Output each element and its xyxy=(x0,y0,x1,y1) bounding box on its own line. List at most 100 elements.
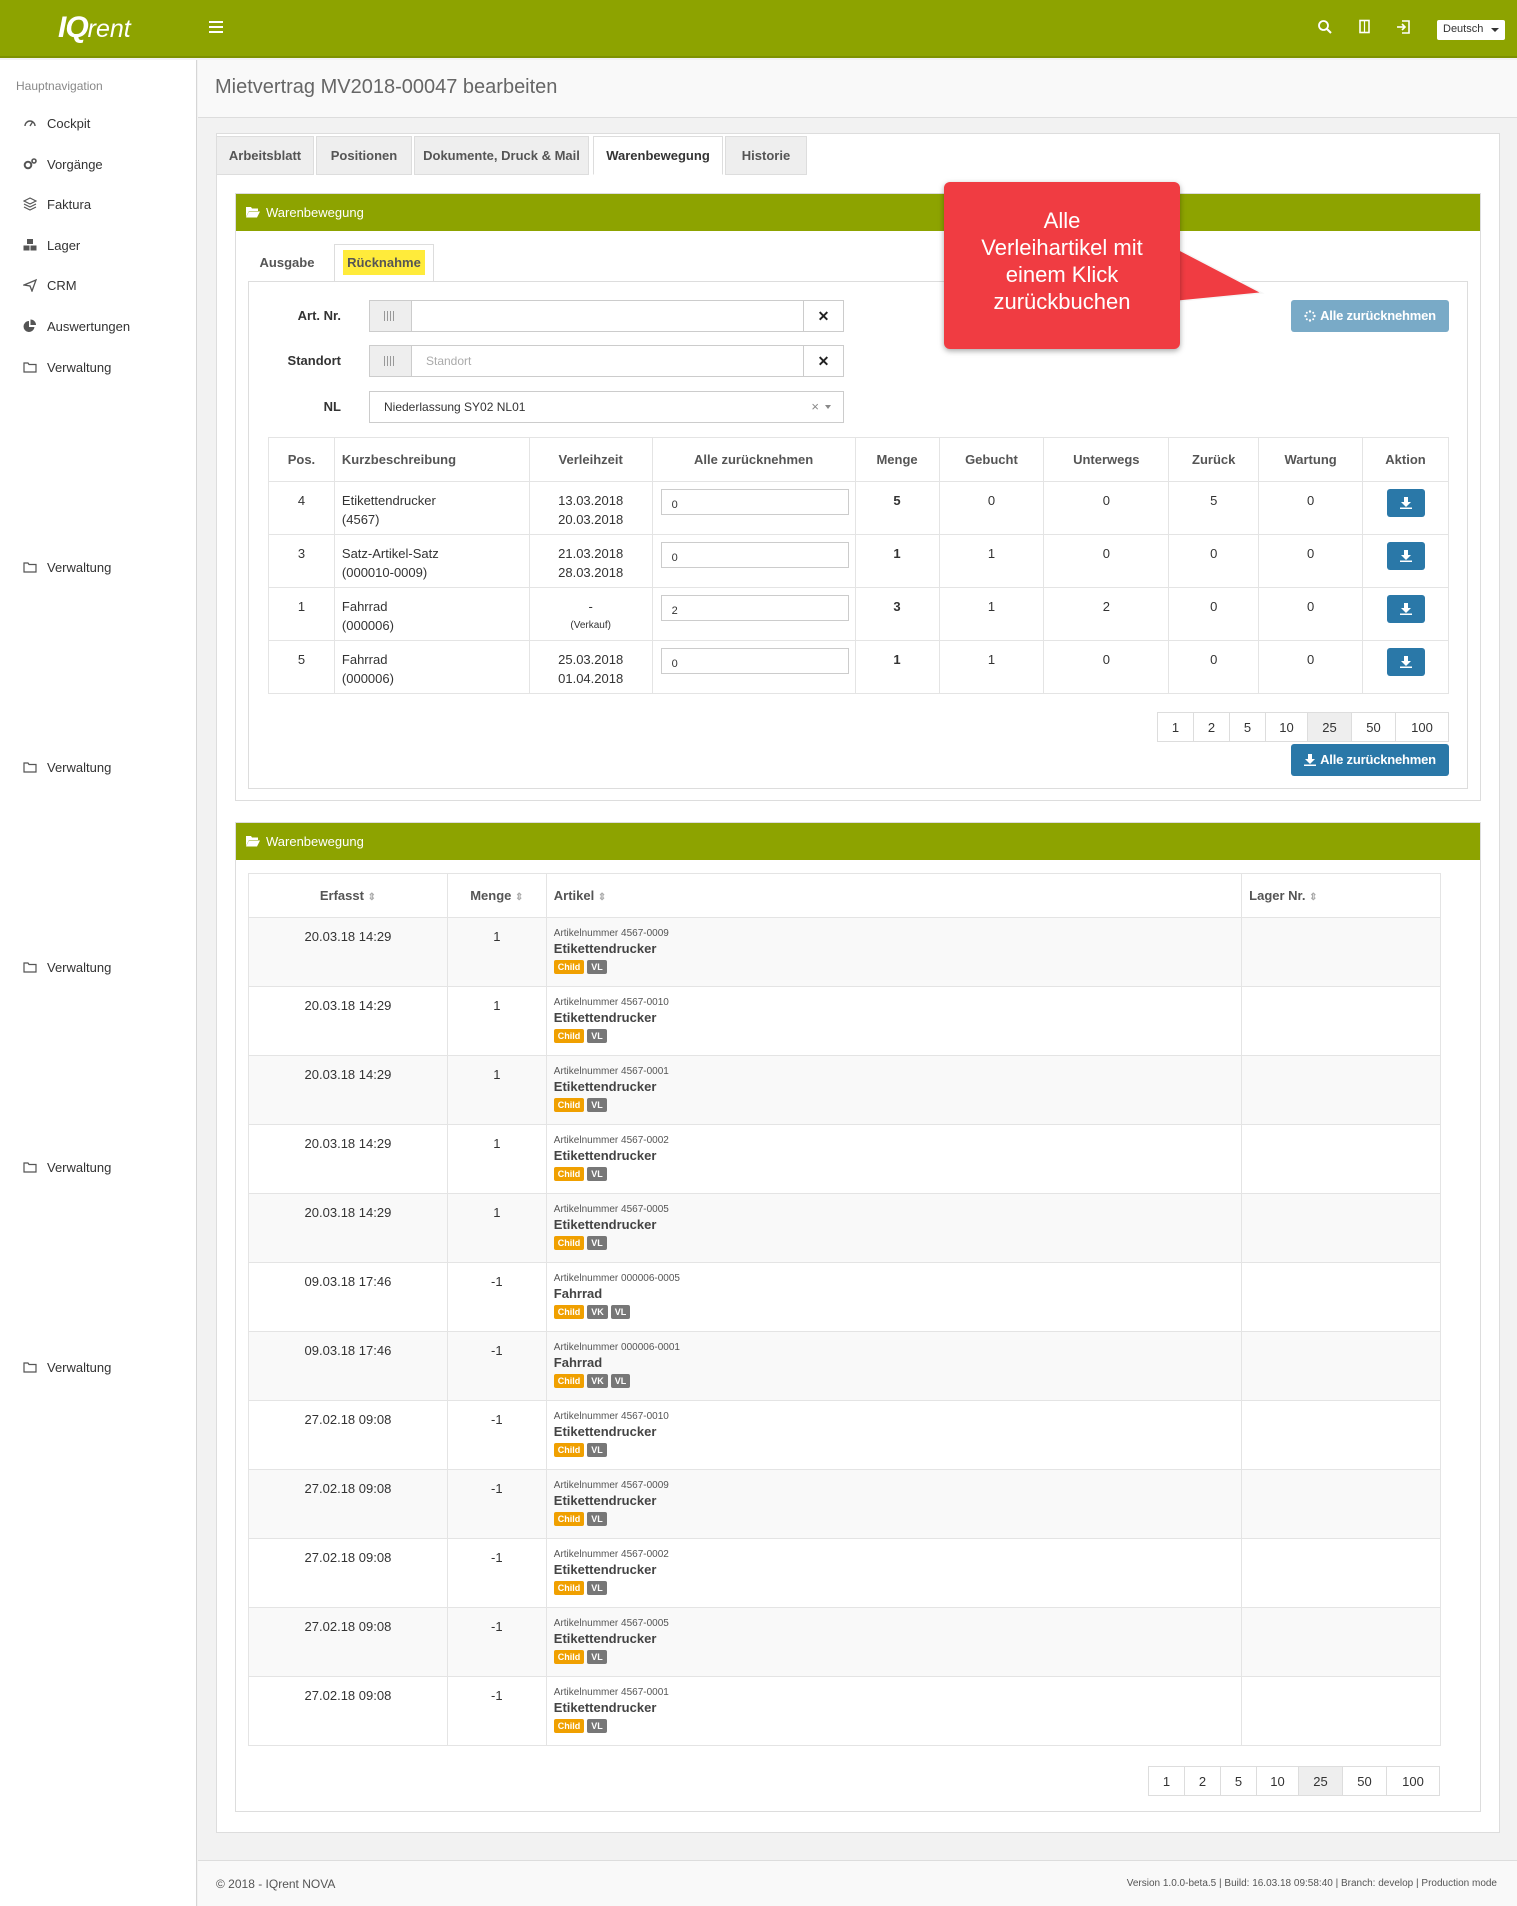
article-name[interactable]: Etikettendrucker xyxy=(554,1148,1240,1163)
chevron-down-icon[interactable] xyxy=(825,405,831,409)
status-badge: Child xyxy=(553,1581,585,1595)
article-name[interactable]: Fahrrad xyxy=(554,1286,1240,1301)
tab-warenbewegung[interactable]: Warenbewegung xyxy=(593,136,723,175)
lager-cell xyxy=(1241,1124,1441,1194)
barcode-icon xyxy=(370,301,412,331)
column-header[interactable]: Gebucht xyxy=(938,437,1045,482)
column-header-erfasst[interactable]: Erfasst ⇕ xyxy=(248,873,448,918)
column-header[interactable]: Unterwegs xyxy=(1043,437,1170,482)
column-header-menge[interactable]: Menge ⇕ xyxy=(446,873,547,918)
subtab-ausgabe[interactable]: Ausgabe xyxy=(247,244,327,282)
page-size-2[interactable]: 2 xyxy=(1194,713,1230,741)
menge-cell: 3 xyxy=(854,587,940,641)
search-icon[interactable] xyxy=(1317,19,1335,37)
nl-select[interactable]: Niederlassung SY02 NL01 × xyxy=(369,391,844,423)
return-item-button[interactable] xyxy=(1386,489,1425,517)
standort-field[interactable]: Standort ✕ xyxy=(369,345,844,377)
logout-icon[interactable] xyxy=(1396,19,1414,37)
article-number: Artikelnummer 4567-0002 xyxy=(553,1549,669,1560)
return-positions-table: Pos. Kurzbeschreibung Verleihzeit Alle z… xyxy=(268,437,1449,694)
erfasst-cell: 20.03.18 14:29 xyxy=(248,1193,448,1263)
art-nr-field[interactable]: ✕ xyxy=(369,300,844,332)
article-name[interactable]: Etikettendrucker xyxy=(554,1079,1240,1094)
clear-art-nr-icon[interactable]: ✕ xyxy=(803,301,843,331)
status-badge: VL xyxy=(587,960,607,974)
column-header[interactable]: Verleihzeit xyxy=(528,437,653,482)
return-qty-input[interactable]: 0 xyxy=(660,542,849,568)
clear-selection-icon[interactable]: × xyxy=(811,399,819,414)
tab-positionen[interactable]: Positionen xyxy=(316,136,412,175)
fullscreen-icon[interactable] xyxy=(1357,19,1375,37)
column-header[interactable]: Pos. xyxy=(268,437,335,482)
wartung-cell: 0 xyxy=(1258,534,1364,588)
column-header[interactable]: Menge xyxy=(854,437,940,482)
folder-icon xyxy=(23,1162,37,1173)
tab-historie[interactable]: Historie xyxy=(725,136,807,175)
rental-period-cell: 25.03.2018 01.04.2018 xyxy=(528,640,653,694)
artikel-cell: Artikelnummer 000006-0005 Fahrrad Child VK V… xyxy=(545,1262,1243,1332)
page-size-2[interactable]: 2 xyxy=(1185,1767,1221,1795)
erfasst-cell: 20.03.18 14:29 xyxy=(248,1055,448,1125)
article-number: Artikelnummer 4567-0005 xyxy=(553,1204,669,1215)
column-header[interactable]: Alle zurücknehmen xyxy=(651,437,856,482)
status-badge: VK xyxy=(587,1374,608,1388)
erfasst-cell: 27.02.18 09:08 xyxy=(248,1538,448,1608)
page-size-1[interactable]: 1 xyxy=(1149,1767,1185,1795)
app-logo[interactable]: IQrent xyxy=(58,11,131,45)
return-item-button[interactable] xyxy=(1386,648,1425,676)
article-name[interactable]: Etikettendrucker xyxy=(554,1493,1240,1508)
page-size-50[interactable]: 50 xyxy=(1352,713,1396,741)
column-header[interactable]: Zurück xyxy=(1168,437,1260,482)
article-name[interactable]: Etikettendrucker xyxy=(554,1217,1240,1232)
tab-dokumente[interactable]: Dokumente, Druck & Mail xyxy=(414,136,589,175)
return-all-button-top[interactable]: Alle zurücknehmen xyxy=(1291,300,1449,332)
article-number: Artikelnummer 4567-0001 xyxy=(553,1687,669,1698)
page-size-25[interactable]: 25 xyxy=(1308,713,1352,741)
page-size-1[interactable]: 1 xyxy=(1158,713,1194,741)
article-name[interactable]: Etikettendrucker xyxy=(554,1562,1240,1577)
column-header-lager[interactable]: Lager Nr. ⇕ xyxy=(1241,873,1441,918)
erfasst-cell: 27.02.18 09:08 xyxy=(248,1676,448,1746)
page-size-100[interactable]: 100 xyxy=(1387,1767,1439,1795)
artikel-cell: Artikelnummer 4567-0010 Etikettendrucker C… xyxy=(545,1400,1243,1470)
return-item-button[interactable] xyxy=(1386,595,1425,623)
lager-cell xyxy=(1241,1193,1441,1263)
article-name[interactable]: Etikettendrucker xyxy=(554,1010,1240,1025)
page-size-10[interactable]: 10 xyxy=(1257,1767,1299,1795)
article-number: Artikelnummer 000006-0005 xyxy=(553,1273,680,1284)
erfasst-cell: 20.03.18 14:29 xyxy=(248,917,448,987)
article-name[interactable]: Etikettendrucker xyxy=(554,1700,1240,1715)
page-size-5[interactable]: 5 xyxy=(1230,713,1266,741)
download-icon xyxy=(1399,656,1412,668)
article-name[interactable]: Etikettendrucker xyxy=(554,1631,1240,1646)
column-header-artikel[interactable]: Artikel ⇕ xyxy=(545,873,1243,918)
return-qty-cell: 2 xyxy=(651,587,856,641)
page-size-25[interactable]: 25 xyxy=(1299,1767,1343,1795)
return-qty-input[interactable]: 2 xyxy=(660,595,849,621)
subtab-ruecknahme[interactable]: Rücknahme xyxy=(334,244,434,282)
clear-standort-icon[interactable]: ✕ xyxy=(803,346,843,376)
page-size-5[interactable]: 5 xyxy=(1221,1767,1257,1795)
tab-arbeitsblatt[interactable]: Arbeitsblatt xyxy=(216,136,314,175)
return-qty-input[interactable]: 0 xyxy=(660,489,849,515)
return-item-button[interactable] xyxy=(1386,542,1425,570)
page-size-10[interactable]: 10 xyxy=(1266,713,1308,741)
artikel-cell: Artikelnummer 4567-0005 Etikettendrucker C… xyxy=(545,1193,1243,1263)
column-header[interactable]: Kurzbeschreibung xyxy=(333,437,530,482)
page-size-100[interactable]: 100 xyxy=(1396,713,1448,741)
column-header[interactable]: Wartung xyxy=(1258,437,1364,482)
table-row: 20.03.18 14:29 1 Artikelnummer 4567-0005 Et… xyxy=(248,1193,1441,1263)
table-row: 20.03.18 14:29 1 Artikelnummer 4567-0010 Et… xyxy=(248,986,1441,1056)
language-select[interactable]: Deutsch xyxy=(1437,20,1505,40)
page-size-50[interactable]: 50 xyxy=(1343,1767,1387,1795)
menu-toggle-icon[interactable] xyxy=(209,21,223,33)
article-name[interactable]: Fahrrad xyxy=(554,1355,1240,1370)
spinner-icon xyxy=(1304,310,1316,322)
table-row: 20.03.18 14:29 1 Artikelnummer 4567-0002 Et… xyxy=(248,1124,1441,1194)
return-all-button[interactable]: Alle zurücknehmen xyxy=(1291,744,1449,776)
article-name[interactable]: Etikettendrucker xyxy=(554,1424,1240,1439)
return-qty-input[interactable]: 0 xyxy=(660,648,849,674)
table-row: 5 Fahrrad (000006) 25.03.2018 01.04.2018 0 1 1 0… xyxy=(268,640,1449,694)
article-name[interactable]: Etikettendrucker xyxy=(554,941,1240,956)
warenbewegung-panel-history: Warenbewegung Erfasst ⇕ Menge ⇕ Artikel … xyxy=(235,822,1481,1812)
